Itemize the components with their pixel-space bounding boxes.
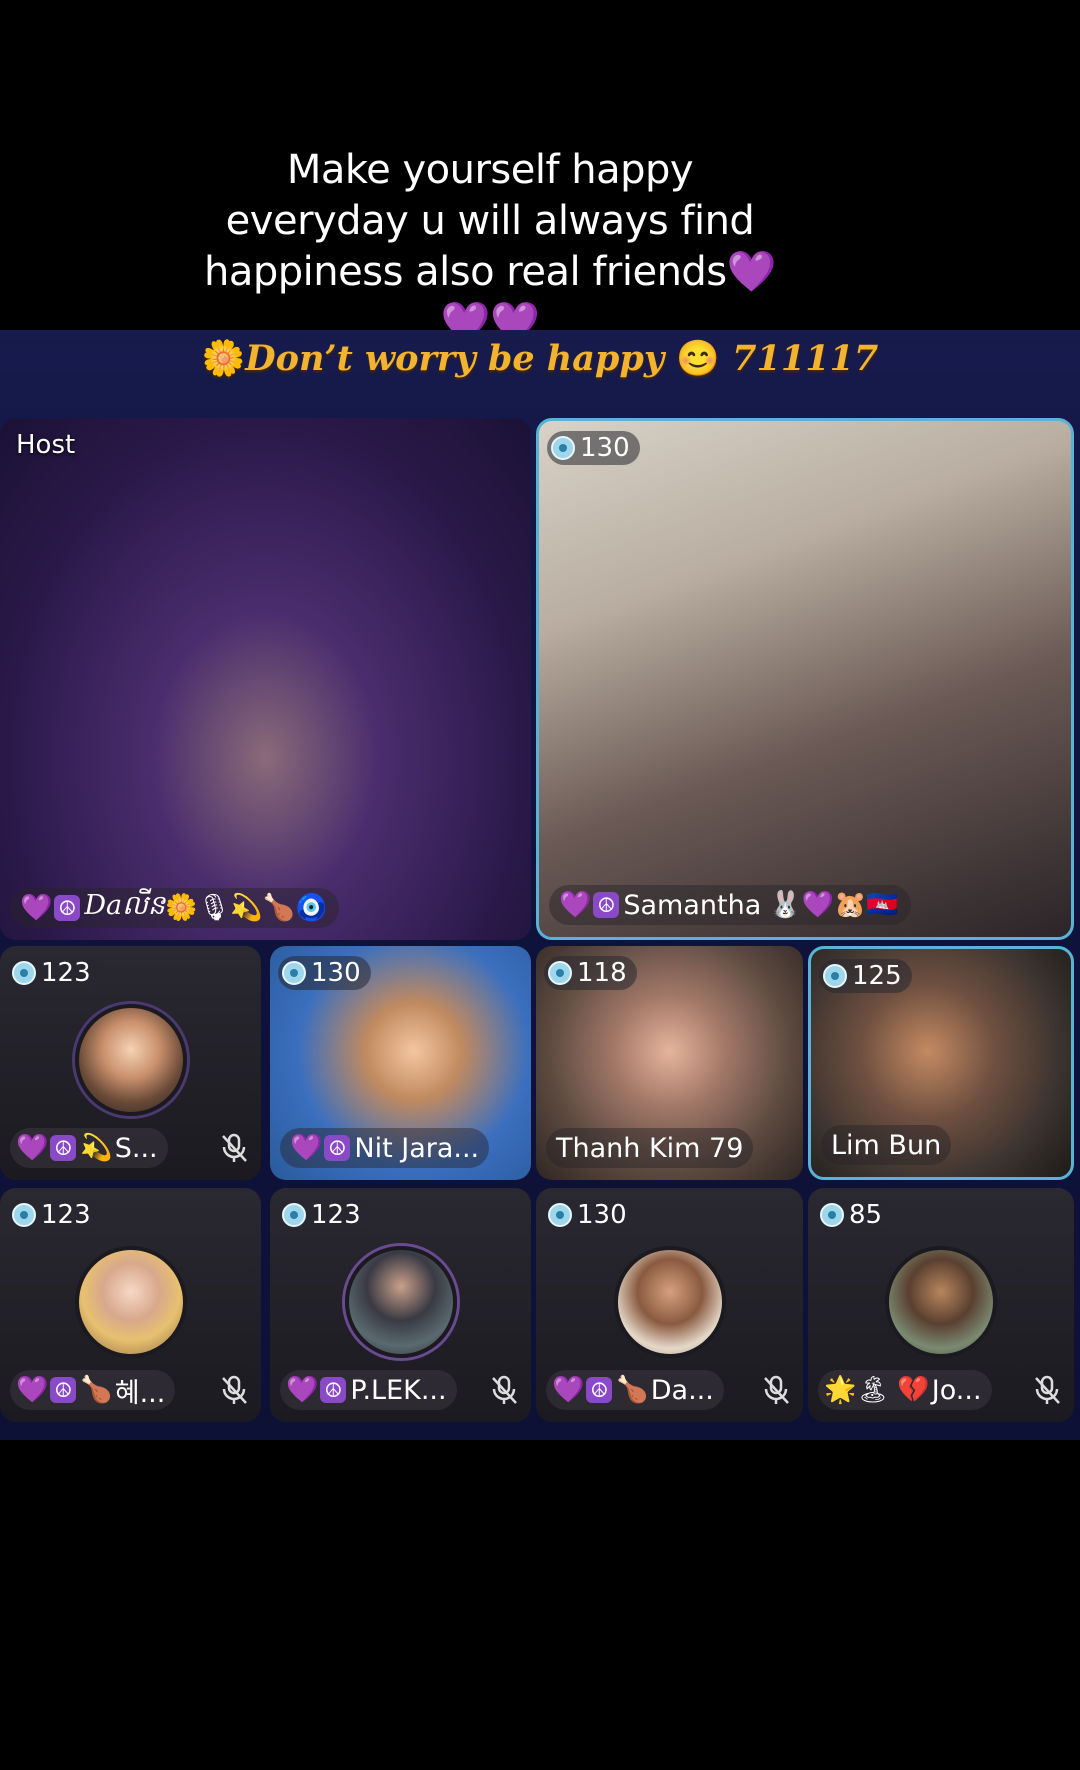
host-label: Host	[16, 430, 76, 460]
seat-name: P.LEK...	[350, 1374, 447, 1406]
seat-tile-2[interactable]: 130 💜 ☮ Nit Jara...	[270, 946, 531, 1180]
level-badge-icon	[282, 1203, 306, 1227]
mic-muted-icon	[222, 1133, 247, 1162]
avatar[interactable]	[74, 1246, 187, 1358]
seat-name-bar: Thanh Kim 79	[546, 1128, 754, 1168]
broken-heart-emoji: 💔	[897, 1375, 930, 1405]
seat-tile-8[interactable]: 85 🌟🏝 💔 Jo...	[808, 1188, 1074, 1422]
level-badge-icon	[548, 961, 572, 985]
guest-name-bar[interactable]: 💜 ☮ Samantha 🐰💜🐹🇰🇭	[549, 885, 911, 925]
seat-name: Jo...	[931, 1374, 982, 1406]
level-badge: 130	[544, 1198, 637, 1232]
purple-heart-icon: 💜	[552, 1375, 585, 1405]
emoji-badge: 💫	[80, 1133, 113, 1163]
level-value: 130	[580, 433, 630, 463]
mic-muted-icon	[492, 1375, 517, 1404]
seat-name: Lim Bun	[831, 1129, 942, 1161]
seat-tile-7[interactable]: 130 💜 ☮ 🍗 Da...	[536, 1188, 803, 1422]
peace-symbol-icon: ☮	[324, 1135, 351, 1161]
seat-tile-3[interactable]: 118 Thanh Kim 79	[536, 946, 803, 1180]
level-badge-icon	[548, 1203, 572, 1227]
seat-tile-6[interactable]: 123 💜 ☮ P.LEK...	[270, 1188, 531, 1422]
flower-icon: 🌼	[201, 338, 246, 379]
level-badge: 118	[544, 956, 637, 990]
seat-name-bar: 💜 ☮ Nit Jara...	[280, 1128, 490, 1168]
caption-line-3: happiness also real friends💜	[204, 249, 776, 295]
mic-muted-icon	[764, 1375, 789, 1404]
avatar[interactable]	[885, 1246, 997, 1358]
peace-symbol-icon: ☮	[593, 892, 620, 918]
room-title-text: Don’t worry be happy	[245, 338, 665, 379]
seat-name: Nit Jara...	[354, 1132, 480, 1164]
seat-name: Thanh Kim 79	[556, 1132, 744, 1164]
room-title: 🌼Don’t worry be happy 😊 711117	[0, 330, 1080, 388]
level-badge: 130	[547, 431, 640, 465]
mic-muted-icon	[1035, 1375, 1060, 1404]
seat-name-bar: 💜 ☮ 🍗 Da...	[546, 1370, 724, 1410]
seat-tile-4[interactable]: 125 Lim Bun	[808, 946, 1074, 1180]
level-badge-icon	[551, 436, 575, 460]
guest-name: Samantha	[623, 889, 762, 921]
seat-tile-5[interactable]: 123 💜 ☮ 🍗 혜...	[0, 1188, 261, 1422]
caption-line-2: everyday u will always find	[225, 198, 755, 244]
avatar[interactable]	[74, 1004, 187, 1116]
avatar[interactable]	[344, 1246, 457, 1358]
level-badge-icon	[282, 961, 306, 985]
purple-heart-icon: 💜	[559, 890, 592, 920]
avatar[interactable]	[613, 1246, 726, 1358]
guest-emoji-badges: 🐰💜🐹🇰🇭	[769, 890, 899, 920]
peace-symbol-icon: ☮	[320, 1377, 347, 1403]
purple-heart-icon: 💜	[20, 893, 53, 923]
smile-emoji: 😊	[676, 338, 720, 379]
star-island-emoji: 🌟🏝	[824, 1375, 890, 1405]
seat-tile-1[interactable]: 123 💜 ☮ 💫 S...	[0, 946, 261, 1180]
level-badge: 130	[278, 956, 371, 990]
level-badge: 85	[816, 1198, 893, 1232]
mic-muted-icon	[222, 1375, 247, 1404]
purple-heart-icon: 💜	[16, 1375, 49, 1405]
peace-symbol-icon: ☮	[54, 895, 81, 921]
purple-heart-icon: 💜	[290, 1133, 323, 1163]
peace-symbol-icon: ☮	[50, 1377, 77, 1403]
level-badge: 123	[8, 1198, 101, 1232]
level-badge-icon	[820, 1203, 844, 1227]
seat-name: Da...	[650, 1374, 714, 1406]
host-name-bar[interactable]: 💜 ☮ Daលីន 🌼🎙💫🍗🧿	[10, 888, 340, 928]
guest-video-tile-samantha[interactable]: 130 💜 ☮ Samantha 🐰💜🐹🇰🇭	[536, 418, 1074, 940]
video-caption: Make yourself happy everyday u will alwa…	[0, 145, 980, 349]
purple-heart-icon: 💜	[16, 1133, 49, 1163]
level-badge-icon	[823, 964, 847, 988]
seat-name-bar: 💜 ☮ 🍗 혜...	[10, 1370, 176, 1410]
level-badge: 123	[278, 1198, 371, 1232]
seat-name: S...	[114, 1132, 158, 1164]
peace-symbol-icon: ☮	[586, 1377, 613, 1403]
level-badge: 125	[819, 959, 912, 993]
emoji-badge: 🍗	[80, 1375, 113, 1405]
level-badge-icon	[12, 961, 36, 985]
host-name: Daលីន	[84, 889, 165, 921]
seat-name-bar: 🌟🏝 💔 Jo...	[818, 1370, 992, 1410]
level-badge-icon	[12, 1203, 36, 1227]
room-id: 711117	[732, 338, 879, 379]
emoji-badge: 🍗	[616, 1375, 649, 1405]
purple-heart-icon: 💜	[286, 1375, 319, 1405]
seat-name-bar: Lim Bun	[821, 1125, 952, 1165]
caption-line-1: Make yourself happy	[286, 147, 694, 193]
seat-name: 혜...	[114, 1377, 166, 1409]
peace-symbol-icon: ☮	[50, 1135, 77, 1161]
seat-name-bar: 💜 ☮ 💫 S...	[10, 1128, 168, 1168]
seat-name-bar: 💜 ☮ P.LEK...	[280, 1370, 457, 1410]
host-video-tile[interactable]: Host 💜 ☮ Daលីន 🌼🎙💫🍗🧿	[0, 418, 531, 940]
host-emoji-badges: 🌼🎙💫🍗🧿	[164, 893, 328, 923]
level-badge: 123	[8, 956, 101, 990]
